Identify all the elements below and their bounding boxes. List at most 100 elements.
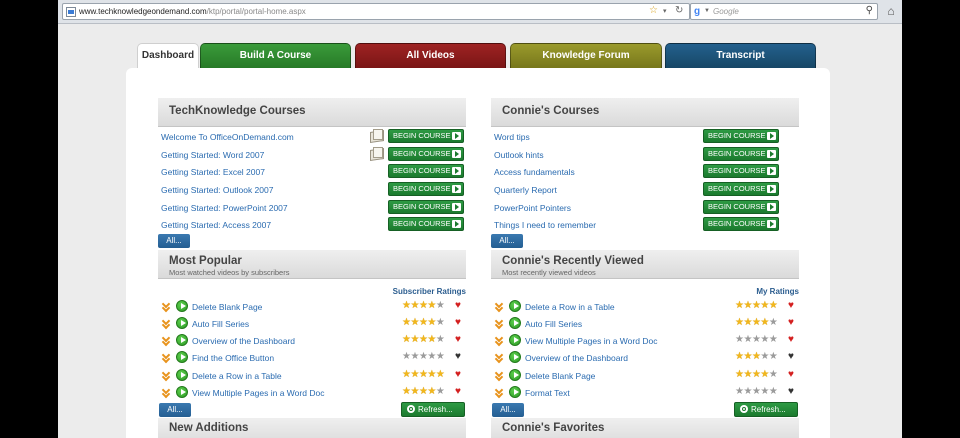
course-link[interactable]: Welcome To OfficeOnDemand.com (161, 132, 294, 142)
dropdown-arrow-icon[interactable]: ▾ (663, 7, 667, 15)
star-icon[interactable]: ★ (743, 369, 752, 380)
star-icon[interactable]: ★ (743, 351, 752, 362)
refresh-button[interactable]: Refresh... (401, 402, 465, 417)
favorite-heart-icon[interactable]: ♥ (455, 369, 461, 380)
star-icon[interactable]: ★ (760, 317, 769, 328)
address-bar[interactable]: www.techknowledgeondemand.com/ktp/portal… (62, 3, 690, 20)
course-link[interactable]: Outlook hints (494, 150, 544, 160)
play-icon[interactable] (176, 334, 188, 346)
course-link[interactable]: Getting Started: Word 2007 (161, 150, 264, 160)
play-icon[interactable] (509, 317, 521, 329)
video-link[interactable]: Auto Fill Series (192, 319, 249, 329)
home-icon[interactable]: ⌂ (883, 3, 899, 20)
begin-course-button[interactable]: BEGIN COURSE (388, 217, 464, 231)
favorite-heart-icon[interactable]: ♥ (788, 386, 794, 397)
play-icon[interactable] (509, 300, 521, 312)
star-icon[interactable]: ★ (436, 351, 445, 362)
course-link[interactable]: Quarterly Report (494, 185, 557, 195)
star-rating[interactable]: ★★★★★ (735, 386, 778, 397)
star-icon[interactable]: ★ (436, 369, 445, 380)
expand-chevron-icon[interactable] (495, 336, 504, 346)
expand-chevron-icon[interactable] (162, 371, 171, 381)
star-icon[interactable]: ★ (410, 351, 419, 362)
star-icon[interactable]: ★ (427, 351, 436, 362)
course-link[interactable]: Access fundamentals (494, 167, 575, 177)
star-rating[interactable]: ★★★★★ (735, 317, 778, 328)
video-link[interactable]: Delete Blank Page (525, 371, 595, 381)
begin-course-button[interactable]: BEGIN COURSE (703, 164, 779, 178)
favorite-heart-icon[interactable]: ♥ (788, 351, 794, 362)
all-courses-button[interactable]: All... (158, 234, 190, 248)
play-icon[interactable] (176, 386, 188, 398)
star-icon[interactable]: ★ (427, 386, 436, 397)
star-rating[interactable]: ★★★★★ (402, 369, 445, 380)
star-icon[interactable]: ★ (436, 300, 445, 311)
star-icon[interactable]: ★ (743, 386, 752, 397)
course-link[interactable]: Getting Started: Excel 2007 (161, 167, 265, 177)
star-icon[interactable]: ★ (760, 386, 769, 397)
star-rating[interactable]: ★★★★★ (402, 351, 445, 362)
play-icon[interactable] (176, 300, 188, 312)
begin-course-button[interactable]: BEGIN COURSE (388, 129, 464, 143)
video-link[interactable]: View Multiple Pages in a Word Doc (192, 388, 324, 398)
video-link[interactable]: Find the Office Button (192, 353, 274, 363)
begin-course-button[interactable]: BEGIN COURSE (388, 200, 464, 214)
course-link[interactable]: Getting Started: PowerPoint 2007 (161, 203, 288, 213)
begin-course-button[interactable]: BEGIN COURSE (388, 147, 464, 161)
refresh-button[interactable]: Refresh... (734, 402, 798, 417)
begin-course-button[interactable]: BEGIN COURSE (703, 200, 779, 214)
play-icon[interactable] (176, 317, 188, 329)
star-icon[interactable]: ★ (769, 317, 778, 328)
all-popular-button[interactable]: All... (159, 403, 191, 417)
all-recent-button[interactable]: All... (492, 403, 524, 417)
star-icon[interactable]: ★ (436, 386, 445, 397)
favorite-heart-icon[interactable]: ♥ (455, 334, 461, 345)
begin-course-button[interactable]: BEGIN COURSE (388, 164, 464, 178)
reload-icon[interactable]: ↻ (675, 5, 683, 16)
video-link[interactable]: Overview of the Dashboard (192, 336, 295, 346)
star-icon[interactable]: ★ (410, 386, 419, 397)
video-link[interactable]: Format Text (525, 388, 570, 398)
star-icon[interactable]: ★ (743, 334, 752, 345)
course-link[interactable]: Getting Started: Access 2007 (161, 220, 271, 230)
course-link[interactable]: Word tips (494, 132, 530, 142)
star-icon[interactable]: ★ (410, 334, 419, 345)
star-icon[interactable]: ★ (769, 386, 778, 397)
play-icon[interactable] (509, 369, 521, 381)
search-box[interactable]: g ▼ Google ⚲ (690, 3, 878, 20)
course-link[interactable]: Getting Started: Outlook 2007 (161, 185, 273, 195)
expand-chevron-icon[interactable] (162, 336, 171, 346)
video-link[interactable]: Delete Blank Page (192, 302, 262, 312)
video-link[interactable]: Delete a Row in a Table (525, 302, 615, 312)
play-icon[interactable] (176, 369, 188, 381)
expand-chevron-icon[interactable] (495, 371, 504, 381)
star-icon[interactable]: ★ (410, 317, 419, 328)
video-link[interactable]: Overview of the Dashboard (525, 353, 628, 363)
tab-all-videos[interactable]: All Videos (355, 43, 506, 68)
play-icon[interactable] (509, 351, 521, 363)
expand-chevron-icon[interactable] (162, 319, 171, 329)
begin-course-button[interactable]: BEGIN COURSE (703, 217, 779, 231)
star-rating[interactable]: ★★★★★ (402, 386, 445, 397)
expand-chevron-icon[interactable] (162, 302, 171, 312)
star-rating[interactable]: ★★★★★ (735, 334, 778, 345)
star-rating[interactable]: ★★★★★ (402, 334, 445, 345)
play-icon[interactable] (509, 386, 521, 398)
star-icon[interactable]: ★ (760, 369, 769, 380)
begin-course-button[interactable]: BEGIN COURSE (703, 147, 779, 161)
star-rating[interactable]: ★★★★★ (735, 300, 778, 311)
star-icon[interactable]: ★ (743, 300, 752, 311)
expand-chevron-icon[interactable] (162, 388, 171, 398)
star-icon[interactable]: ★ (410, 369, 419, 380)
begin-course-button[interactable]: BEGIN COURSE (703, 129, 779, 143)
star-icon[interactable]: ★ (436, 317, 445, 328)
favorite-heart-icon[interactable]: ♥ (788, 334, 794, 345)
star-icon[interactable]: ★ (769, 334, 778, 345)
search-icon[interactable]: ⚲ (866, 5, 873, 16)
course-link[interactable]: PowerPoint Pointers (494, 203, 571, 213)
expand-chevron-icon[interactable] (495, 388, 504, 398)
star-rating[interactable]: ★★★★★ (402, 300, 445, 311)
tab-transcript[interactable]: Transcript (665, 43, 816, 68)
play-icon[interactable] (176, 351, 188, 363)
star-icon[interactable]: ★ (436, 334, 445, 345)
